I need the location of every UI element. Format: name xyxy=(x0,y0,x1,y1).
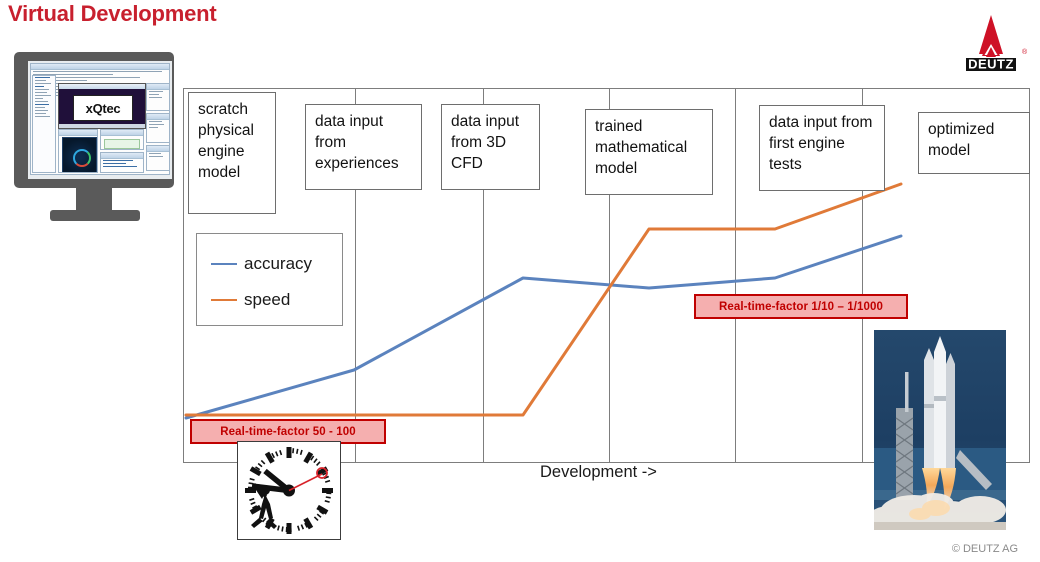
legend-item-accuracy[interactable]: accuracy xyxy=(211,246,342,282)
svg-text:DEUTZ: DEUTZ xyxy=(968,57,1014,72)
gauge-window xyxy=(58,129,98,173)
monitor-screen: xQtec xyxy=(28,61,172,179)
plot-area-1 xyxy=(104,139,140,149)
callout-realtime-factor-right: Real-time-factor 1/10 – 1/1000 xyxy=(694,294,908,319)
gauge-display xyxy=(62,137,97,172)
desktop-monitor-icon: xQtec xyxy=(14,52,182,234)
media-window: xQtec xyxy=(58,83,146,129)
monitor-base xyxy=(50,210,140,221)
media-titlebar xyxy=(59,84,145,89)
media-controls xyxy=(59,124,145,128)
stage-box-engine-tests[interactable]: data input from first engine tests xyxy=(759,105,885,191)
stage-box-3dcfd[interactable]: data input from 3D CFD xyxy=(441,104,540,190)
side-panel-1 xyxy=(146,83,170,111)
tree-panel xyxy=(32,75,56,173)
legend-swatch-speed xyxy=(211,298,237,302)
stage-box-optimized[interactable]: optimized model xyxy=(918,112,1030,174)
side-panel-2 xyxy=(146,113,170,143)
page-title: Virtual Development xyxy=(8,1,217,26)
swiss-clock-icon xyxy=(237,441,341,540)
divider-4 xyxy=(735,89,736,462)
side-panel-3 xyxy=(146,145,170,171)
tree-items xyxy=(33,76,55,120)
x-axis-caption: Development -> xyxy=(540,463,657,481)
stage-box-experiences[interactable]: data input from experiences xyxy=(305,104,422,190)
monitor-neck xyxy=(76,188,112,212)
stage-box-trained-model[interactable]: trained mathematical model xyxy=(585,109,713,195)
legend-swatch-accuracy xyxy=(211,262,237,266)
copyright-text: © DEUTZ AG xyxy=(951,543,1018,555)
stage-box-scratch[interactable]: scratch physical engine model xyxy=(188,92,276,214)
legend-item-speed[interactable]: speed xyxy=(211,282,342,318)
xqtec-logo-label: xQtec xyxy=(73,95,133,121)
legend-label-accuracy: accuracy xyxy=(244,254,313,273)
chart-legend: accuracy speed xyxy=(196,233,343,326)
rocket-launch-photo xyxy=(874,330,1006,530)
plot-window-2 xyxy=(100,152,144,173)
svg-text:®: ® xyxy=(1022,48,1028,56)
legend-label-speed: speed xyxy=(244,290,291,309)
plot-window-1 xyxy=(100,129,144,150)
deutz-logo-icon: ® DEUTZ xyxy=(952,14,1030,76)
